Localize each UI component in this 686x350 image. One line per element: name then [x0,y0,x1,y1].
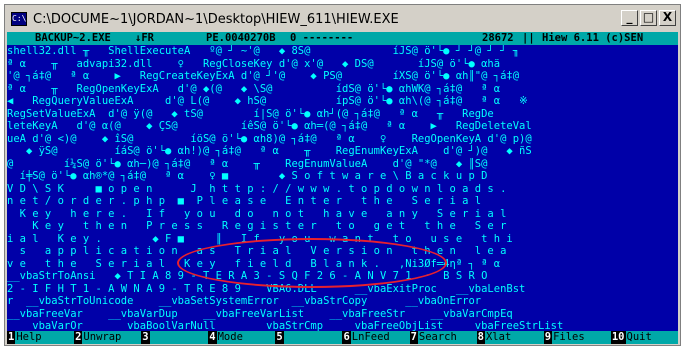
text-line: __vbaFreeVar __vbaVarDup __vbaFreeVarLis… [7,307,513,320]
text-line: 2 - I F H T 1 - A W N A 9 - T R E 8 9 VB… [7,282,526,295]
fkey-9[interactable]: 9 Files [543,331,611,344]
text-line: K e y h e r e . I f y o u d o n o t h a … [7,207,507,220]
text-line: __vbaStrToAnsi ◆ T I A 8 9 - T E R A 3 -… [7,270,488,282]
fkey-label: Xlat [484,331,544,344]
fkey-label [283,331,343,344]
text-line: ª α ╥ advapi32.dll ♀ RegCloseKey d'@ x'@… [7,57,501,70]
text-line: ueA d'@ <)@ ◆ îS@ íöS@ ö'└● αh8)@ ┐á‡@ ª… [7,132,532,145]
maximize-button[interactable]: □ [640,10,657,26]
text-line: '@ ┐á‡@ ª α ▶ RegCreateKeyExA d'@ ┘'@ ◆ … [7,70,520,82]
fkey-number: 6 [342,331,351,344]
fkey-2[interactable]: 2 Unwrap [74,331,142,344]
close-button[interactable]: X [659,10,676,26]
fkey-6[interactable]: 6 LnFeed [342,331,410,344]
fkey-label: Mode [216,331,276,344]
hiew-text-view[interactable]: BACKUP~2.EXE ↓FR PE.0040270B 0 -------- … [7,32,678,344]
fkey-1[interactable]: 1 Help [7,331,75,344]
fkey-number: 1 [7,331,16,344]
fkey-label: LnFeed [350,331,410,344]
text-line: @ í¼S@ ö'└● αh─)@ ┐á‡@ ª α ╥ RegEnumValu… [7,157,488,170]
text-line: ª α ╥ RegOpenKeyExA d'@ ◆(@ ◆ \S@ ídS@ ö… [7,82,501,95]
fkey-7[interactable]: 7 Search [409,331,477,344]
fkey-label [149,331,209,344]
version-label: Hiew 6.11 (c)SEN [542,32,644,44]
status-header: BACKUP~2.EXE ↓FR PE.0040270B 0 -------- … [7,32,678,45]
title-bar[interactable]: C:\ C:\DOCUME~1\JORDAN~1\Desktop\HIEW_61… [7,7,678,31]
console-icon[interactable]: C:\ [11,12,27,26]
offset-marker: 0 -------- [290,32,354,44]
fkey-number: 9 [543,331,553,344]
text-line: V D \ S K ■ o p e n J h t t p : / / w w … [7,182,507,195]
fkey-number: 8 [476,331,485,344]
app-window: C:\ C:\DOCUME~1\JORDAN~1\Desktop\HIEW_61… [4,4,681,346]
fkey-label: Quit [625,331,678,344]
text-line: n e t / o r d e r . p h p ■ P l e a s e … [7,195,482,207]
view-mode: ↓FR [135,32,154,44]
fkey-3[interactable]: 3 [141,331,209,344]
text-line: v e t h e S e r i a l K e y f i e l d B … [7,257,501,270]
fkey-number: 4 [208,331,217,344]
file-size: 28672 [482,32,514,44]
text-line: i a l K e y . ◆ F ■ ║ I f y o u w a n t … [7,232,513,245]
function-key-bar: 1 Help 2 Unwrap 3 4 Mode 5 6 LnFeed 7 Search 8 Xlat 9 F… [7,331,678,344]
text-line: r __vbaStrToUnicode __vbaSetSystemError … [7,295,482,307]
fkey-5[interactable]: 5 [275,331,343,344]
text-line: s a p p l i c a t i o n a s T r i a l V … [7,245,507,257]
fkey-number: 5 [275,331,284,344]
fkey-label: Files [552,331,611,344]
fkey-10[interactable]: 10 Quit [610,331,678,344]
text-line: shell32.dll ╥ ShellExecuteA º@ ┘ ~'@ ◆ 8… [7,45,520,57]
fkey-number: 7 [409,331,418,344]
text-line: í╪S@ ö'└● αh®*@ ┐á‡@ ª α ♀ ■ ◆ S o f t w… [7,170,488,182]
fkey-label: Search [417,331,477,344]
fkey-8[interactable]: 8 Xlat [476,331,544,344]
text-line: leteKeyA d'@ α(@ ◆ ÇS@ íêS@ ö'└● αh═(@ ┐… [7,120,532,132]
text-line: ◀ RegQueryValueExA d'@ L(@ ◆ hS@ ípS@ ö'… [7,95,528,107]
fkey-4[interactable]: 4 Mode [208,331,276,344]
fkey-label: Help [15,331,75,344]
file-name: BACKUP~2.EXE [35,32,111,44]
text-line: ◆ ÿS@ íáS@ ö'└● αh!)@ ┐á‡@ ª α ╥ RegEnum… [7,145,532,157]
text-line: RegSetValueExA d'@ ÿ(@ ◆ tS@ í|S@ ö'└● α… [7,107,494,120]
current-offset: PE.0040270B [206,32,276,44]
fkey-number: 3 [141,331,150,344]
fkey-number: 10 [610,331,626,344]
fkey-label: Unwrap [82,331,142,344]
header-separator: || [522,32,535,44]
window-title: C:\DOCUME~1\JORDAN~1\Desktop\HIEW_611\HI… [33,11,399,27]
text-line: K e y t h e n P r e s s R e g i s t e r … [7,220,507,232]
fkey-number: 2 [74,331,83,344]
minimize-button[interactable]: _ [621,10,638,26]
